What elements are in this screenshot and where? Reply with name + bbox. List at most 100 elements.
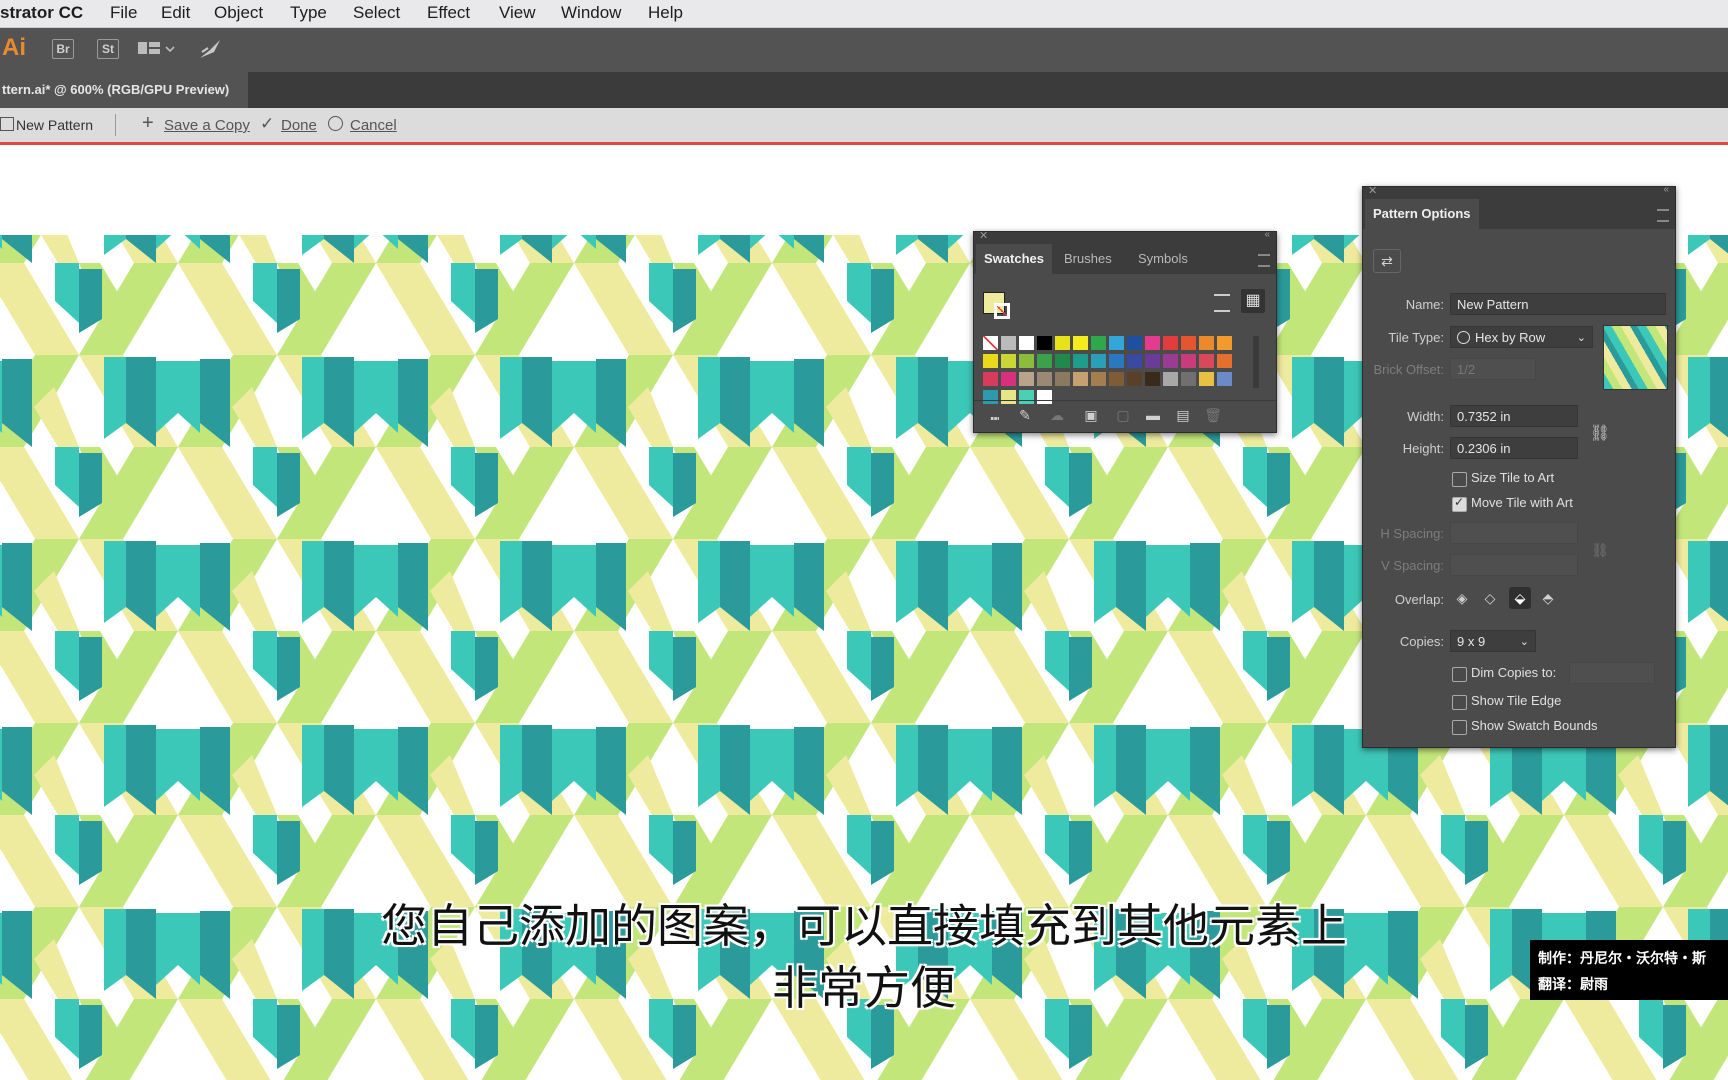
stock-button[interactable]: St <box>97 39 119 59</box>
menu-view[interactable]: View <box>499 3 536 23</box>
constrain-proportions-icon[interactable]: ⛓ <box>1589 423 1611 445</box>
color-swatch[interactable] <box>1019 336 1034 350</box>
color-swatch[interactable] <box>1091 372 1106 386</box>
dim-copies-select[interactable] <box>1569 662 1655 684</box>
menu-edit[interactable]: Edit <box>161 3 190 23</box>
color-swatch[interactable] <box>1001 336 1016 350</box>
color-swatch[interactable] <box>983 354 998 368</box>
color-swatch[interactable] <box>1019 372 1034 386</box>
color-swatch[interactable] <box>1163 336 1178 350</box>
color-swatch[interactable] <box>1037 372 1052 386</box>
swatch-scrollbar[interactable] <box>1253 336 1259 388</box>
add-to-library-icon[interactable]: ✎ <box>1014 404 1036 426</box>
color-swatch[interactable] <box>1127 336 1142 350</box>
color-swatch[interactable] <box>1037 336 1052 350</box>
list-view-icon[interactable] <box>1214 294 1230 312</box>
swatch-options-icon[interactable]: ▣ <box>1080 404 1102 426</box>
color-swatch[interactable] <box>1037 354 1052 368</box>
name-field[interactable]: New Pattern <box>1450 293 1666 315</box>
width-field[interactable]: 0.7352 in <box>1450 405 1578 427</box>
top-in-front-icon[interactable]: ⬙ <box>1509 587 1531 609</box>
new-swatch-icon[interactable]: ▤ <box>1172 404 1194 426</box>
color-swatch[interactable] <box>1109 354 1124 368</box>
panel-menu-icon[interactable] <box>1657 209 1669 222</box>
color-swatch[interactable] <box>1055 354 1070 368</box>
menu-object[interactable]: Object <box>214 3 263 23</box>
tab-swatches[interactable]: Swatches <box>976 244 1052 274</box>
color-swatch[interactable] <box>1199 372 1214 386</box>
brick-offset-select[interactable]: 1/2 <box>1450 358 1536 380</box>
arrange-documents-button[interactable] <box>138 40 178 58</box>
save-a-copy-link[interactable]: Save a Copy <box>164 117 250 134</box>
color-swatch[interactable] <box>1073 372 1088 386</box>
color-swatch[interactable] <box>1217 336 1232 350</box>
color-swatch[interactable] <box>983 336 998 350</box>
delete-swatch-icon[interactable]: 🗑 <box>1202 404 1224 426</box>
color-swatch[interactable] <box>1055 336 1070 350</box>
panel-grip[interactable]: ✕ « <box>974 229 1276 244</box>
color-swatch[interactable] <box>1073 354 1088 368</box>
color-swatch[interactable] <box>1073 336 1088 350</box>
size-tile-to-art-checkbox[interactable] <box>1452 472 1467 487</box>
menu-effect[interactable]: Effect <box>427 3 470 23</box>
color-swatch[interactable] <box>1019 354 1034 368</box>
color-swatch[interactable] <box>1001 372 1016 386</box>
v-spacing-field[interactable] <box>1450 554 1578 576</box>
menu-file[interactable]: File <box>110 3 137 23</box>
tab-symbols[interactable]: Symbols <box>1130 244 1196 274</box>
color-swatch[interactable] <box>1091 336 1106 350</box>
color-swatch[interactable] <box>1055 372 1070 386</box>
move-tile-with-art-checkbox[interactable]: ✓ <box>1452 495 1467 512</box>
color-swatch[interactable] <box>1163 372 1178 386</box>
color-swatch[interactable] <box>1127 372 1142 386</box>
done-link[interactable]: Done <box>281 117 317 134</box>
color-swatch[interactable] <box>1181 372 1196 386</box>
color-swatch[interactable] <box>1199 354 1214 368</box>
color-swatch[interactable] <box>1199 336 1214 350</box>
app-menu[interactable]: strator CC <box>0 3 83 23</box>
close-icon[interactable]: ✕ <box>1368 184 1377 197</box>
collapse-icon[interactable]: « <box>1663 184 1669 195</box>
show-kinds-icon[interactable]: ☁ <box>1046 404 1068 426</box>
panel-grip[interactable]: ✕ « <box>1363 184 1675 199</box>
show-tile-edge-checkbox[interactable] <box>1452 695 1467 710</box>
color-swatch[interactable] <box>1181 354 1196 368</box>
h-spacing-field[interactable] <box>1450 522 1578 544</box>
color-swatch[interactable] <box>1145 354 1160 368</box>
document-tab[interactable]: ttern.ai* @ 600% (RGB/GPU Preview) <box>0 72 248 108</box>
color-swatch[interactable] <box>1217 354 1232 368</box>
menu-window[interactable]: Window <box>561 3 621 23</box>
left-in-front-icon[interactable]: ◈ <box>1451 587 1473 609</box>
color-swatch[interactable] <box>983 372 998 386</box>
bottom-in-front-icon[interactable]: ⬘ <box>1537 587 1559 609</box>
tab-pattern-options[interactable]: Pattern Options <box>1365 199 1479 229</box>
grid-view-icon[interactable]: ▦ <box>1241 289 1265 313</box>
show-swatch-bounds-checkbox[interactable] <box>1452 720 1467 735</box>
color-swatch[interactable] <box>1181 336 1196 350</box>
panel-menu-icon[interactable] <box>1258 254 1270 267</box>
color-swatch[interactable] <box>1145 336 1160 350</box>
tab-brushes[interactable]: Brushes <box>1056 244 1120 274</box>
dim-copies-checkbox[interactable] <box>1452 667 1467 682</box>
color-swatch[interactable] <box>1217 372 1232 386</box>
color-swatch[interactable] <box>1109 372 1124 386</box>
menu-type[interactable]: Type <box>290 3 327 23</box>
tile-type-select[interactable]: Hex by Row ⌄ <box>1450 326 1593 348</box>
new-color-group-icon[interactable]: ▢ <box>1112 404 1134 426</box>
spacing-link-icon[interactable]: ⛓ <box>1589 539 1611 561</box>
color-swatch[interactable] <box>1091 354 1106 368</box>
stroke-swatch[interactable] <box>994 303 1010 319</box>
cancel-link[interactable]: Cancel <box>350 117 397 134</box>
copies-select[interactable]: 9 x 9 ⌄ <box>1450 630 1536 652</box>
color-swatch[interactable] <box>1145 372 1160 386</box>
menu-select[interactable]: Select <box>353 3 400 23</box>
color-swatch[interactable] <box>1163 354 1178 368</box>
swatch-libraries-icon[interactable]: ⑉ <box>984 404 1006 426</box>
pattern-tile-tool-icon[interactable]: ⇄ <box>1373 249 1401 273</box>
color-swatch[interactable] <box>1109 336 1124 350</box>
folder-icon[interactable]: ▬ <box>1142 404 1164 426</box>
gpu-performance-button[interactable] <box>198 38 224 60</box>
color-swatch[interactable] <box>1001 354 1016 368</box>
color-swatch[interactable] <box>1127 354 1142 368</box>
menu-help[interactable]: Help <box>648 3 683 23</box>
